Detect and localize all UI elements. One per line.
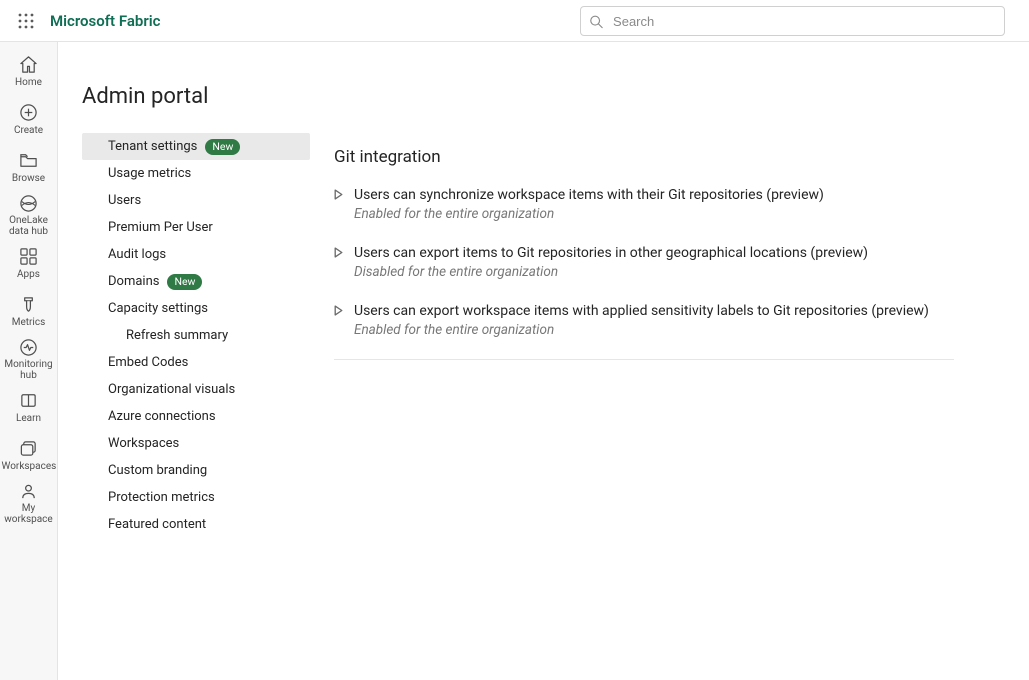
subnav-item-audit-logs[interactable]: Audit logs xyxy=(82,241,310,268)
browse-icon xyxy=(19,151,39,171)
myworkspace-icon xyxy=(19,481,39,501)
subnav-item-label: Featured content xyxy=(108,517,206,532)
search-box[interactable] xyxy=(580,6,1005,36)
waffle-icon xyxy=(18,13,34,29)
section-divider xyxy=(334,359,954,360)
rail-item-label: Apps xyxy=(17,269,40,280)
subnav-item-label: Domains xyxy=(108,274,159,289)
expand-toggle[interactable] xyxy=(334,247,346,258)
section-title: Git integration xyxy=(334,147,1005,167)
subnav-item-protection-metrics[interactable]: Protection metrics xyxy=(82,484,310,511)
page-title: Admin portal xyxy=(82,84,1029,109)
rail-item-label: Home xyxy=(15,77,42,88)
rail-item-label: Create xyxy=(14,125,43,136)
rail-item-onelake[interactable]: OneLake data hub xyxy=(2,192,56,238)
subnav-item-label: Refresh summary xyxy=(126,328,228,343)
rail-item-create[interactable]: Create xyxy=(2,96,56,142)
metrics-icon xyxy=(19,295,39,315)
setting-title[interactable]: Users can export workspace items with ap… xyxy=(354,301,929,321)
subnav-item-usage-metrics[interactable]: Usage metrics xyxy=(82,160,310,187)
subnav-item-label: Audit logs xyxy=(108,247,166,262)
subnav-item-label: Capacity settings xyxy=(108,301,208,316)
subnav-item-label: Tenant settings xyxy=(108,139,197,154)
search-input[interactable] xyxy=(611,13,996,30)
expand-toggle[interactable] xyxy=(334,189,346,200)
setting-title[interactable]: Users can synchronize workspace items wi… xyxy=(354,185,824,205)
subnav-item-label: Custom branding xyxy=(108,463,207,478)
subnav-item-capacity-settings[interactable]: Capacity settings xyxy=(82,295,310,322)
rail-item-myworkspace[interactable]: My workspace xyxy=(2,480,56,526)
setting-body: Users can export items to Git repositori… xyxy=(354,243,868,281)
new-badge: New xyxy=(205,139,240,155)
rail-item-label: Monitoring hub xyxy=(2,359,56,381)
setting-body: Users can synchronize workspace items wi… xyxy=(354,185,824,223)
subnav-item-label: Premium Per User xyxy=(108,220,213,235)
subnav-item-organizational-visuals[interactable]: Organizational visuals xyxy=(82,376,310,403)
brand-label[interactable]: Microsoft Fabric xyxy=(50,12,160,30)
subnav-item-label: Usage metrics xyxy=(108,166,191,181)
subnav-item-label: Organizational visuals xyxy=(108,382,235,397)
setting-body: Users can export workspace items with ap… xyxy=(354,301,929,339)
subnav-item-featured-content[interactable]: Featured content xyxy=(82,511,310,538)
apps-icon xyxy=(19,247,39,267)
rail-item-monitoring[interactable]: Monitoring hub xyxy=(2,336,56,382)
rail-item-home[interactable]: Home xyxy=(2,48,56,94)
subnav-item-custom-branding[interactable]: Custom branding xyxy=(82,457,310,484)
subnav-item-label: Users xyxy=(108,193,141,208)
rail-item-learn[interactable]: Learn xyxy=(2,384,56,430)
setting-status: Disabled for the entire organization xyxy=(354,263,868,281)
app-launcher-button[interactable] xyxy=(10,5,42,37)
rail-item-metrics[interactable]: Metrics xyxy=(2,288,56,334)
onelake-icon xyxy=(19,193,39,213)
subnav-item-label: Embed Codes xyxy=(108,355,188,370)
workspaces-icon xyxy=(19,439,39,459)
triangle-right-icon xyxy=(334,189,343,200)
subnav-item-azure-connections[interactable]: Azure connections xyxy=(82,403,310,430)
search-icon xyxy=(589,14,603,29)
admin-subnav: Tenant settings New Usage metrics Users Prem… xyxy=(82,133,310,538)
rail-item-label: My workspace xyxy=(2,503,56,525)
setting-row: Users can export items to Git repositori… xyxy=(334,243,1005,281)
search-container xyxy=(580,6,1005,36)
setting-title[interactable]: Users can export items to Git repositori… xyxy=(354,243,868,263)
rail-item-label: Workspaces xyxy=(2,461,56,472)
subnav-item-workspaces[interactable]: Workspaces xyxy=(82,430,310,457)
subnav-item-premium-per-user[interactable]: Premium Per User xyxy=(82,214,310,241)
page-content: Admin portal Tenant settings New Usage met… xyxy=(58,42,1029,680)
topbar: Microsoft Fabric xyxy=(0,0,1029,42)
subnav-item-refresh-summary[interactable]: Refresh summary xyxy=(82,322,310,349)
home-icon xyxy=(19,55,39,75)
setting-status: Enabled for the entire organization xyxy=(354,321,929,339)
subnav-item-label: Azure connections xyxy=(108,409,216,424)
create-icon xyxy=(19,103,39,123)
subnav-item-users[interactable]: Users xyxy=(82,187,310,214)
subnav-item-domains[interactable]: Domains New xyxy=(82,268,310,295)
rail-item-workspaces[interactable]: Workspaces xyxy=(2,432,56,478)
rail-item-apps[interactable]: Apps xyxy=(2,240,56,286)
subnav-item-tenant-settings[interactable]: Tenant settings New xyxy=(82,133,310,160)
settings-list: Users can synchronize workspace items wi… xyxy=(334,185,1005,339)
setting-row: Users can synchronize workspace items wi… xyxy=(334,185,1005,223)
rail-item-label: OneLake data hub xyxy=(2,215,56,237)
rail-item-label: Learn xyxy=(16,413,41,424)
subnav-item-label: Protection metrics xyxy=(108,490,215,505)
setting-status: Enabled for the entire organization xyxy=(354,205,824,223)
new-badge: New xyxy=(167,274,202,290)
rail-item-browse[interactable]: Browse xyxy=(2,144,56,190)
settings-panel: Git integration Users can synchronize wo… xyxy=(334,133,1029,360)
left-nav-rail: Home Create Browse OneLake data hub Apps Metr… xyxy=(0,42,58,680)
expand-toggle[interactable] xyxy=(334,305,346,316)
subnav-item-embed-codes[interactable]: Embed Codes xyxy=(82,349,310,376)
monitoring-icon xyxy=(19,337,39,357)
learn-icon xyxy=(19,391,39,411)
rail-item-label: Metrics xyxy=(12,317,46,328)
triangle-right-icon xyxy=(334,247,343,258)
subnav-item-label: Workspaces xyxy=(108,436,179,451)
triangle-right-icon xyxy=(334,305,343,316)
setting-row: Users can export workspace items with ap… xyxy=(334,301,1005,339)
rail-item-label: Browse xyxy=(12,173,45,184)
